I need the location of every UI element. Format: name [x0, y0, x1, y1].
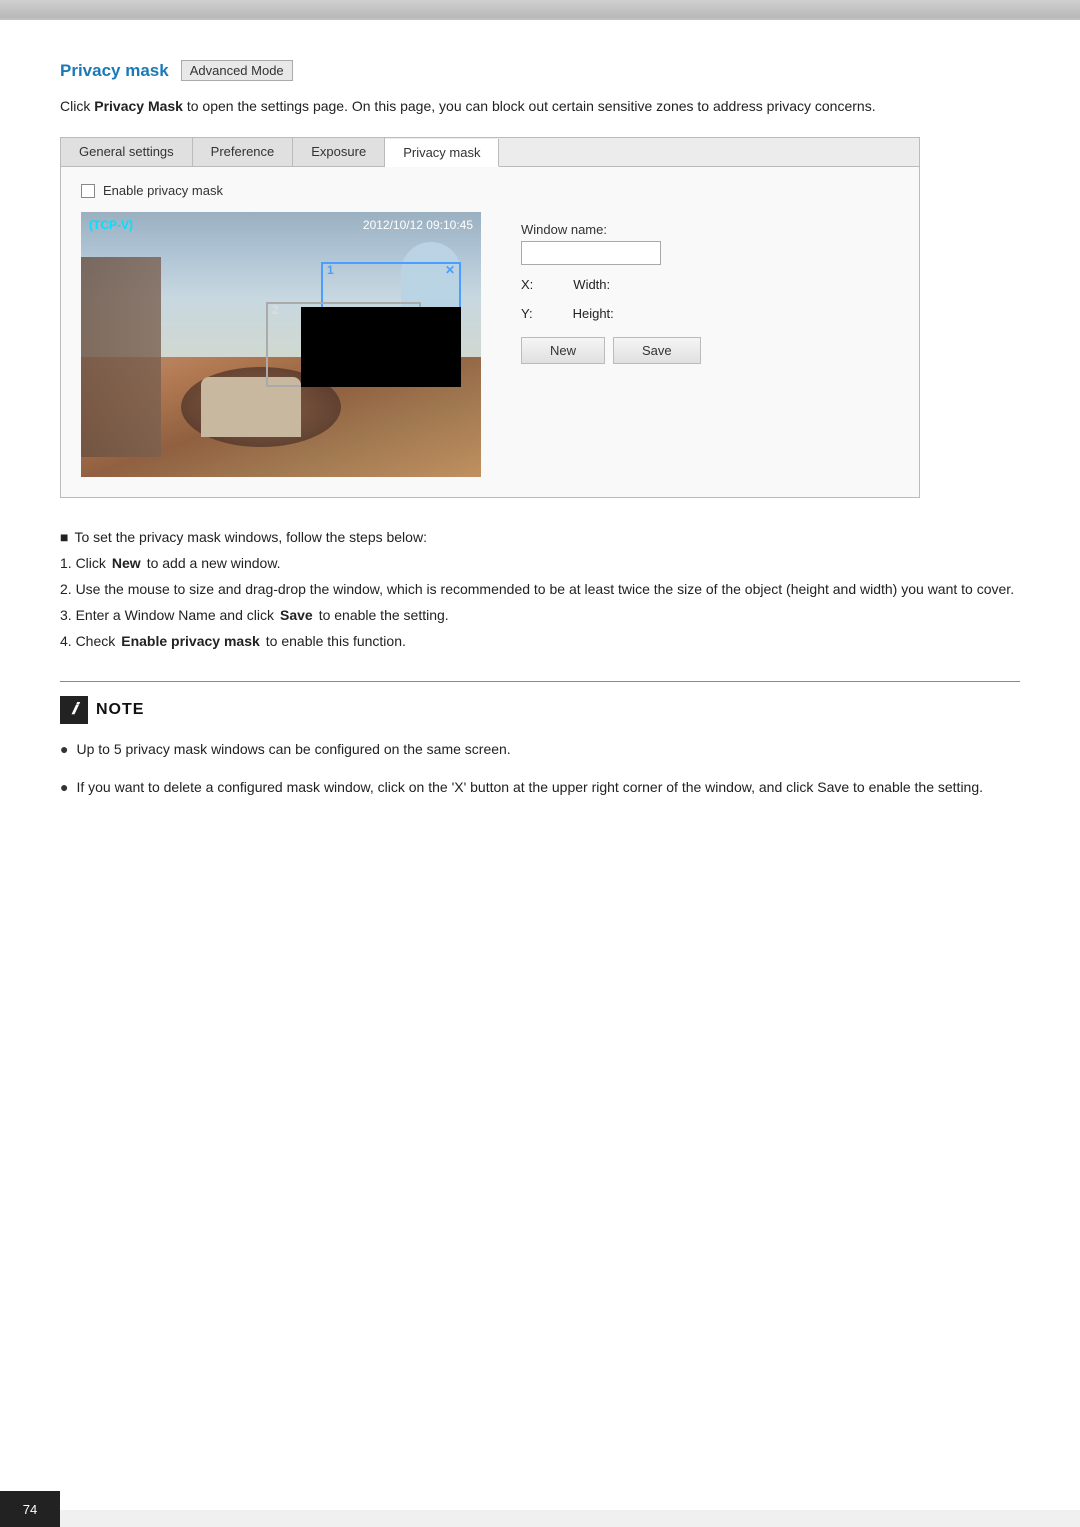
mask1-close-icon[interactable]: ✕: [445, 263, 455, 277]
steps-section: ■ To set the privacy mask windows, follo…: [60, 526, 1020, 653]
xy-row: X: Width:: [521, 277, 889, 292]
y-item: Y:: [521, 306, 533, 321]
page-number: 74: [0, 1491, 60, 1527]
mask1-label: 1: [327, 263, 334, 277]
note-text-2: If you want to delete a configured mask …: [76, 776, 983, 800]
description-text: Click Privacy Mask to open the settings …: [60, 95, 1020, 117]
pencil-icon: 𝒊: [72, 701, 76, 719]
desc-bold-1: Privacy Mask: [94, 98, 183, 114]
page-heading: Privacy mask Advanced Mode: [60, 60, 1020, 81]
note-bullet-1: ●: [60, 738, 68, 762]
save-button[interactable]: Save: [613, 337, 701, 364]
step-4: 4. Check Enable privacy mask to enable t…: [60, 630, 1020, 654]
new-button[interactable]: New: [521, 337, 605, 364]
note-section: 𝒊 NOTE ● Up to 5 privacy mask windows ca…: [60, 681, 1020, 800]
height-item: Height:: [573, 306, 614, 321]
note-item-2: ● If you want to delete a configured mas…: [60, 776, 1020, 800]
enable-row: Enable privacy mask: [81, 183, 899, 198]
tab-bar: General settings Preference Exposure Pri…: [61, 138, 919, 167]
width-label: Width:: [573, 277, 610, 292]
x-item: X:: [521, 277, 533, 292]
bullet-intro: ■ To set the privacy mask windows, follo…: [60, 526, 1020, 550]
desc-text-2: to open the settings page. On this page,…: [183, 98, 876, 114]
y-label: Y:: [521, 306, 533, 321]
window-name-label: Window name:: [521, 222, 889, 237]
enable-label: Enable privacy mask: [103, 183, 223, 198]
y-row: Y: Height:: [521, 306, 889, 321]
content-area: Privacy mask Advanced Mode Click Privacy…: [0, 20, 1080, 1510]
note-title: NOTE: [96, 701, 144, 719]
top-bar: [0, 0, 1080, 18]
note-header: 𝒊 NOTE: [60, 696, 1020, 724]
note-icon: 𝒊: [60, 696, 88, 724]
advanced-mode-badge: Advanced Mode: [181, 60, 293, 81]
section-title: Privacy mask: [60, 61, 169, 81]
mask-fill-1: [301, 307, 461, 387]
stairs: [81, 257, 161, 457]
tab-exposure[interactable]: Exposure: [293, 138, 385, 166]
tab-content: Enable privacy mask (TCP-V) 2012/10/12 0…: [61, 167, 919, 497]
tab-general-settings[interactable]: General settings: [61, 138, 193, 166]
step-3: 3. Enter a Window Name and click Save to…: [60, 604, 1020, 628]
step-2: 2. Use the mouse to size and drag-drop t…: [60, 578, 1020, 602]
tab-preference[interactable]: Preference: [193, 138, 294, 166]
camera-section: (TCP-V) 2012/10/12 09:10:45 1 ✕ 2 ✕: [81, 212, 899, 477]
step-1: 1. Click New to add a new window.: [60, 552, 1020, 576]
tab-privacy-mask[interactable]: Privacy mask: [385, 139, 499, 167]
height-label: Height:: [573, 306, 614, 321]
controls-panel: Window name: X: Width: Y:: [501, 212, 899, 374]
step-4-text-after: to enable this function.: [266, 630, 406, 654]
bullet-text: To set the privacy mask windows, follow …: [74, 526, 427, 550]
camera-label: (TCP-V): [89, 218, 133, 232]
enable-checkbox[interactable]: [81, 184, 95, 198]
x-label: X:: [521, 277, 533, 292]
step-3-text-before: 3. Enter a Window Name and click: [60, 604, 274, 628]
camera-timestamp: 2012/10/12 09:10:45: [363, 218, 473, 232]
step-3-text-after: to enable the setting.: [319, 604, 449, 628]
window-name-group: Window name:: [521, 222, 889, 265]
step-4-text-before: 4. Check: [60, 630, 115, 654]
camera-feed: (TCP-V) 2012/10/12 09:10:45 1 ✕ 2 ✕: [81, 212, 481, 477]
step-1-bold: New: [112, 552, 141, 576]
step-1-text: to add a new window.: [147, 552, 281, 576]
width-item: Width:: [573, 277, 610, 292]
step-4-bold: Enable privacy mask: [121, 630, 260, 654]
step-3-bold: Save: [280, 604, 313, 628]
mask2-label: 2: [272, 303, 279, 317]
note-item-1: ● Up to 5 privacy mask windows can be co…: [60, 738, 1020, 762]
note-bullet-2: ●: [60, 776, 68, 800]
buttons-row: New Save: [521, 337, 889, 364]
bullet-symbol: ■: [60, 526, 68, 550]
note-text-1: Up to 5 privacy mask windows can be conf…: [76, 738, 510, 762]
step-2-num: 2. Use the mouse to size and drag-drop t…: [60, 578, 1014, 602]
ui-panel: General settings Preference Exposure Pri…: [60, 137, 920, 498]
window-name-input[interactable]: [521, 241, 661, 265]
step-1-num: 1. Click: [60, 552, 106, 576]
desc-text-1: Click: [60, 98, 94, 114]
